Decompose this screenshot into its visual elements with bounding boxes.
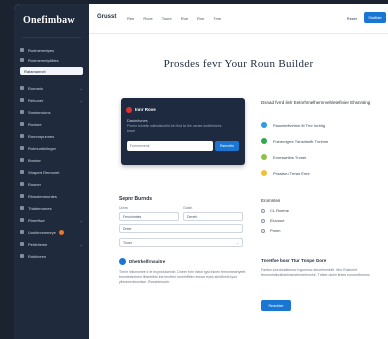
sidebar-item-16[interactable]: Uoshlnnmmeye: [20, 228, 83, 236]
logout-icon: [20, 254, 24, 258]
app-window: Onefimbaw Rodmemetpes Rodmemetpilities R…: [14, 4, 388, 339]
grid-icon: [20, 58, 24, 62]
main-content: Prosdes fevr Your Roun Builder Innr Rove…: [89, 34, 388, 339]
sidebar-item-17[interactable]: Pehtnteme ⌄: [20, 240, 83, 248]
radio-icon: [261, 218, 265, 223]
sidebar-item-2[interactable]: Rodmemetpilities: [20, 56, 83, 64]
subscribe-button[interactable]: Rsrmetin: [215, 141, 239, 151]
calendar-icon: [20, 206, 24, 210]
sidebar-item-13[interactable]: Rhwotenmuntes: [20, 192, 83, 200]
sidebar-item-18[interactable]: Roblineen: [20, 252, 83, 260]
top-bar: Grusst Ree Rvue Toure Rue Roe Tine Rsser…: [89, 4, 388, 34]
radio-icon: [261, 208, 265, 213]
sidebar: Onefimbaw Rodmemetpes Rodmemetpilities R…: [14, 4, 89, 339]
features-heading: Dsnad fvrrd ilelr Eetnrhmelhernrvelt/ete…: [261, 100, 371, 105]
card-title: Innr Rove: [135, 107, 156, 112]
card-subtitle: Dasinitvnes: [127, 118, 148, 123]
home-icon: [20, 86, 24, 90]
folder-icon: [20, 98, 24, 102]
select-field[interactable]: Tnuer ⌄: [119, 238, 243, 247]
nav-link-5[interactable]: Roe: [197, 16, 204, 21]
chevron-down-icon: ⌄: [79, 241, 83, 247]
chart-icon: [20, 110, 24, 114]
text-field-3[interactable]: Dnter: [119, 224, 243, 233]
sidebar-item-4[interactable]: Rumarin ⌄: [20, 84, 83, 92]
layers-icon: [20, 218, 24, 222]
sidebar-item-7[interactable]: Rovisre: [20, 120, 83, 128]
sidebar-item-3[interactable]: Ratamannel: [20, 67, 83, 75]
info-text: Trnnir lnitcnsmee lr le eoyrinluweinln. …: [119, 270, 246, 284]
signup-button[interactable]: Siotfiatr: [364, 12, 386, 23]
card-description: Fhmnr toinefin wllnwisluefid ioh ftcd ta…: [127, 124, 222, 133]
top-nav: Ree Rvue Toure Rue Roe Tine: [127, 16, 221, 21]
sidebar-item-12[interactable]: Rosner: [20, 180, 83, 188]
tag-icon: [20, 182, 24, 186]
feature-item-3[interactable]: Ennrswrtins Tnmer: [261, 154, 307, 160]
star-icon: [261, 170, 267, 176]
sidebar-divider: [22, 37, 81, 38]
text-field-2[interactable]: Deneh: [183, 212, 243, 221]
chevron-down-icon: ⌄: [79, 85, 83, 91]
sidebar-item-5[interactable]: Rehoner ⌄: [20, 96, 83, 104]
option-2[interactable]: Eiuvoue: [261, 218, 284, 223]
app-logo[interactable]: Onefimbaw: [23, 15, 75, 26]
sidebar-item-8[interactable]: Rommrpunnes: [20, 132, 83, 140]
sidebar-item-9[interactable]: Rotmuntinlinger: [20, 144, 83, 152]
message-icon: [20, 194, 24, 198]
cta-button[interactable]: Reanbiee: [261, 300, 291, 311]
login-button[interactable]: Rsser: [343, 13, 361, 23]
options-heading: Eromntes: [261, 198, 281, 203]
nav-link-3[interactable]: Toure: [162, 16, 172, 21]
chevron-down-icon: ⌄: [79, 97, 83, 103]
users-icon: [20, 134, 24, 138]
field-label-2: Gutsh: [183, 206, 193, 210]
cta-heading: Tnretfve bosr Ttur Tnnpe Gore: [261, 258, 327, 263]
check-icon: [261, 138, 267, 144]
chevron-down-icon: ⌄: [236, 240, 239, 245]
sidebar-item-6[interactable]: Smotenriuns: [20, 108, 83, 116]
subscribe-card: Innr Rove Dasinitvnes Fhmnr toinefin wll…: [121, 98, 245, 165]
info-heading: Dhetrkelfrnsuitre: [129, 259, 166, 264]
feature-item-1[interactable]: Ftaumieftvelrim ltt Trnr Iortriig: [261, 122, 325, 128]
option-3[interactable]: Ponm: [261, 228, 280, 233]
notification-badge: [58, 229, 64, 235]
leaf-icon: [261, 154, 267, 160]
sidebar-item-1[interactable]: Rodmemetpes: [20, 46, 83, 54]
globe-icon: [261, 122, 267, 128]
sidebar-item-14[interactable]: Thtalerrumes: [20, 204, 83, 212]
text-field-1[interactable]: Fenoinmtes: [119, 212, 179, 221]
cta-text: Fantsn tunrduhaltenwv Ingsrmluc ainuelrs…: [261, 268, 371, 277]
brand-name[interactable]: Grusst: [97, 14, 116, 20]
box-icon: [20, 158, 24, 162]
record-icon: [126, 107, 132, 113]
chevron-down-icon: ⌄: [79, 217, 83, 223]
list-icon: [20, 122, 24, 126]
settings-icon: [20, 146, 24, 150]
info-icon: [119, 258, 126, 265]
cart-icon: [20, 170, 24, 174]
nav-link-2[interactable]: Rvue: [143, 16, 152, 21]
nav-link-1[interactable]: Ree: [127, 16, 134, 21]
feature-item-2[interactable]: Fninerdgrre Tdnshtmflr Tnnhne: [261, 138, 328, 144]
nav-link-6[interactable]: Tine: [213, 16, 221, 21]
field-label-1: Uonw: [119, 206, 128, 210]
email-input[interactable]: Furnmecenir: [127, 141, 213, 151]
option-1[interactable]: CL Rueme: [261, 208, 289, 213]
dashboard-icon: [20, 48, 24, 52]
help-icon: [20, 242, 24, 246]
nav-link-4[interactable]: Rue: [181, 16, 188, 21]
form-heading: Sepnr Burnds: [119, 196, 153, 202]
feature-item-4[interactable]: Pnsstsru Trmar Enre: [261, 170, 310, 176]
page-title: Prosdes fevr Your Roun Builder: [163, 58, 314, 70]
bell-icon: [20, 230, 24, 234]
sidebar-item-10[interactable]: Bmoter: [20, 156, 83, 164]
sidebar-item-15[interactable]: Rinerfiwe ⌄: [20, 216, 83, 224]
radio-icon: [261, 228, 265, 233]
sidebar-item-11[interactable]: Shapert Remonet: [20, 168, 83, 176]
